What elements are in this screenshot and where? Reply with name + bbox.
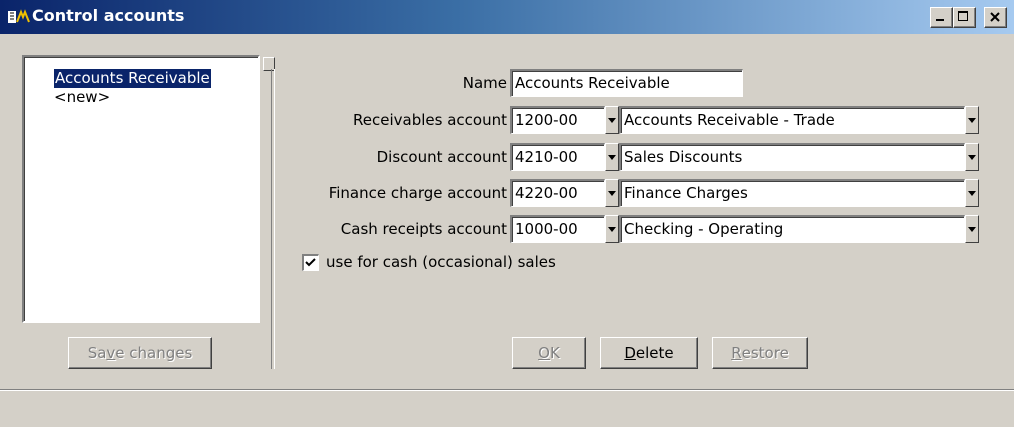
list-item-new[interactable]: <new>: [54, 88, 110, 107]
finance-charge-account-code[interactable]: 4220-00: [510, 179, 605, 207]
close-button[interactable]: [984, 7, 1007, 28]
minimize-button[interactable]: [930, 7, 953, 28]
chevron-down-icon: [968, 117, 976, 123]
name-label: Name: [462, 74, 507, 92]
finance-charge-description-dropdown[interactable]: [965, 179, 979, 207]
chevron-down-icon: [968, 154, 976, 160]
cash-receipts-account-code[interactable]: 1000-00: [510, 215, 605, 243]
save-changes-accel: v: [106, 344, 116, 362]
ok-button[interactable]: OK: [512, 337, 586, 369]
cash-receipts-account-description[interactable]: Checking - Operating: [619, 215, 965, 243]
chevron-down-icon: [608, 117, 616, 123]
finance-charge-account-description[interactable]: Finance Charges: [619, 179, 965, 207]
cash-sales-checkbox[interactable]: [302, 254, 319, 271]
status-bar: [0, 389, 1014, 427]
save-changes-button[interactable]: Sa v e changes: [68, 337, 212, 369]
receivables-account-label: Receivables account: [353, 111, 507, 129]
chevron-down-icon: [608, 154, 616, 160]
chevron-down-icon: [608, 226, 616, 232]
minimize-icon: [936, 19, 944, 21]
control-accounts-window: Control accounts Accounts Receivable <ne…: [0, 0, 1014, 427]
delete-button[interactable]: Delete: [600, 337, 698, 369]
close-icon: [990, 12, 1000, 22]
discount-account-code[interactable]: 4210-00: [510, 143, 605, 171]
delete-accel: D: [624, 344, 636, 362]
checkmark-icon: [305, 258, 316, 267]
discount-code-dropdown[interactable]: [605, 143, 619, 171]
list-item-accounts-receivable[interactable]: Accounts Receivable: [54, 69, 211, 88]
restore-button[interactable]: Restore: [712, 337, 808, 369]
receivables-account-code[interactable]: 1200-00: [510, 106, 605, 134]
cash-receipts-description-dropdown[interactable]: [965, 215, 979, 243]
chevron-down-icon: [968, 226, 976, 232]
discount-account-label: Discount account: [376, 148, 507, 166]
window-title: Control accounts: [32, 6, 185, 25]
panel-splitter[interactable]: [263, 55, 275, 373]
save-changes-label-pre: Sa: [87, 344, 107, 362]
accounts-list[interactable]: Accounts Receivable <new>: [22, 55, 260, 323]
restore-label-post: estore: [741, 344, 789, 362]
delete-label-post: elete: [635, 344, 674, 362]
restore-accel: R: [731, 344, 742, 362]
chevron-down-icon: [968, 190, 976, 196]
receivables-account-description[interactable]: Accounts Receivable - Trade: [619, 106, 965, 134]
splitter-line: [271, 69, 275, 369]
maximize-button[interactable]: [953, 7, 976, 28]
ok-accel: O: [538, 344, 550, 362]
ok-label-post: K: [549, 344, 560, 362]
chevron-down-icon: [608, 190, 616, 196]
discount-account-description[interactable]: Sales Discounts: [619, 143, 965, 171]
title-bar[interactable]: Control accounts: [0, 0, 1014, 34]
cash-receipts-account-label: Cash receipts account: [340, 220, 507, 238]
finance-charge-account-label: Finance charge account: [328, 184, 507, 202]
maximize-icon: [958, 11, 968, 21]
cash-sales-label[interactable]: use for cash (occasional) sales: [326, 253, 556, 271]
discount-description-dropdown[interactable]: [965, 143, 979, 171]
finance-charge-code-dropdown[interactable]: [605, 179, 619, 207]
name-field[interactable]: Accounts Receivable: [510, 69, 743, 97]
save-changes-label-post: e changes: [115, 344, 193, 362]
receivables-code-dropdown[interactable]: [605, 106, 619, 134]
app-icon: [8, 9, 30, 23]
cash-receipts-code-dropdown[interactable]: [605, 215, 619, 243]
receivables-description-dropdown[interactable]: [965, 106, 979, 134]
